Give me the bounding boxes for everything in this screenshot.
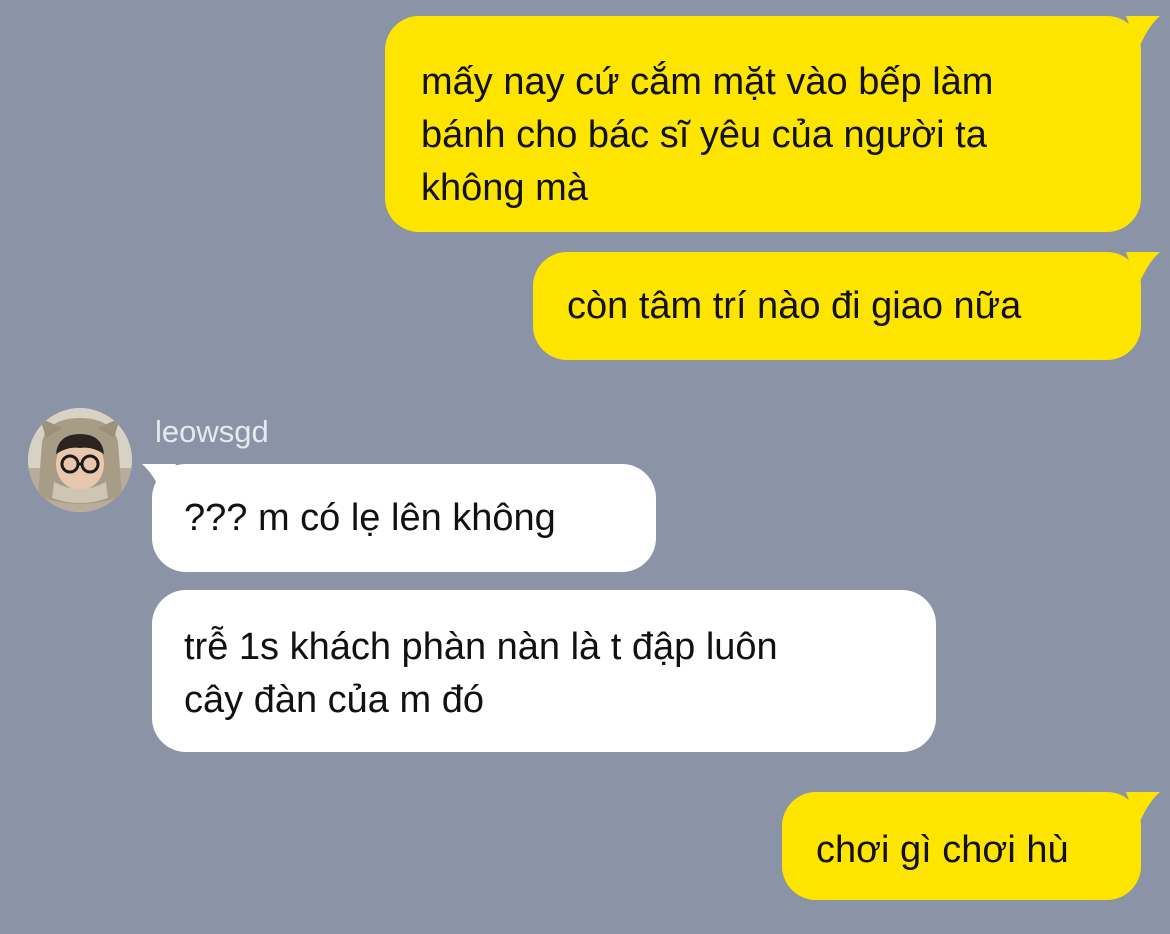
my-message-bubble[interactable]: mấy nay cứ cắm mặt vào bếp làm bánh cho … — [385, 16, 1141, 232]
user-avatar-photo-icon — [28, 408, 132, 512]
bubble-tail-icon — [1126, 792, 1160, 826]
their-message-bubble[interactable]: ??? m có lẹ lên không — [152, 464, 656, 572]
my-message-bubble[interactable]: chơi gì chơi hù — [782, 792, 1141, 900]
bubble-tail-icon — [1126, 252, 1160, 286]
contact-name: leowsgd — [155, 414, 269, 449]
bubble-tail-icon — [1126, 16, 1160, 50]
contact-avatar[interactable] — [28, 408, 132, 512]
chat-view: mấy nay cứ cắm mặt vào bếp làm bánh cho … — [0, 0, 1170, 934]
my-message-bubble[interactable]: còn tâm trí nào đi giao nữa — [533, 252, 1141, 360]
their-message-bubble[interactable]: trễ 1s khách phàn nàn là t đập luôn cây … — [152, 590, 936, 752]
